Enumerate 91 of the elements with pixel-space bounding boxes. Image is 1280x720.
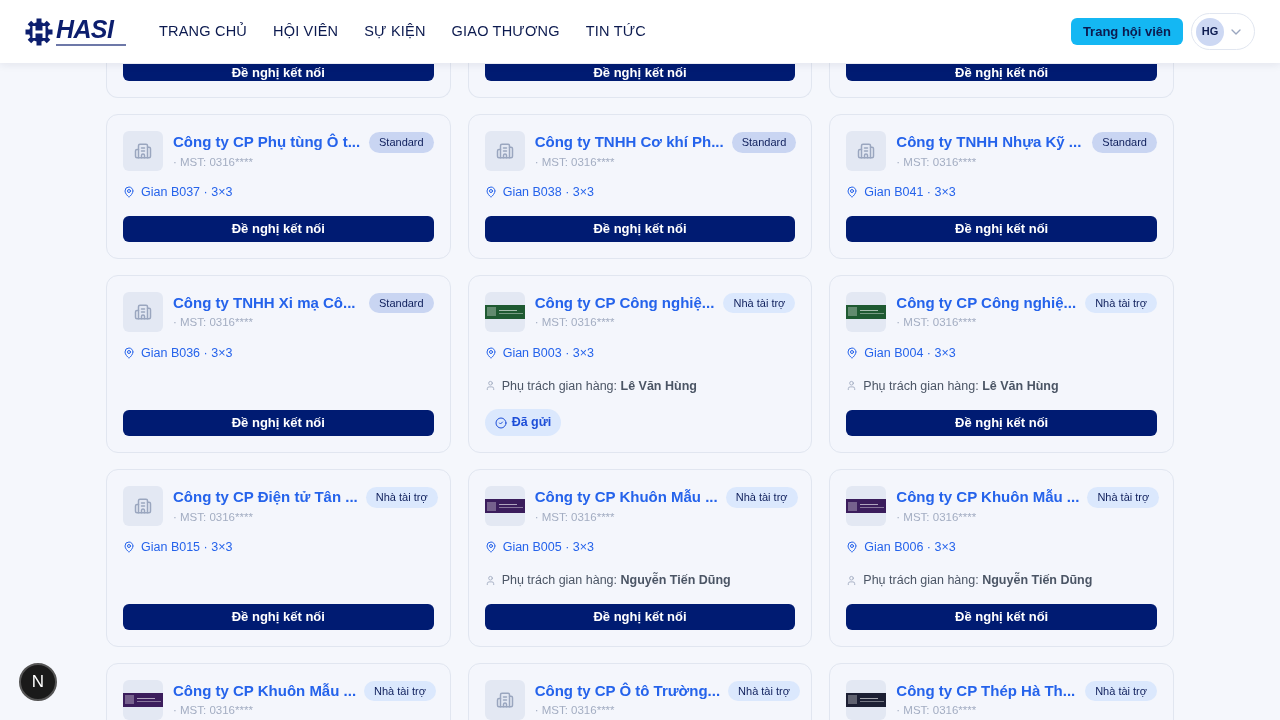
tax-code: · MST: 0316****	[534, 703, 616, 718]
tax-code: · MST: 0316****	[173, 315, 254, 331]
hasi-logo[interactable]: HASI	[25, 17, 126, 46]
tax-code: · MST: 0316****	[896, 703, 978, 718]
person-icon	[484, 574, 496, 586]
tax-code: · MST: 0316****	[534, 509, 616, 525]
building-icon	[134, 497, 152, 515]
member-page-button[interactable]: Trang hội viên	[1070, 18, 1183, 45]
nav-link[interactable]: TRANG CHỦ	[159, 20, 247, 43]
tier-badge: Standard	[369, 292, 434, 314]
company-name[interactable]: Công ty CP Khuôn Mẫu ...	[896, 487, 1080, 507]
nav-link[interactable]: HỘI VIÊN	[273, 20, 339, 43]
tax-code: · MST: 0316****	[896, 509, 978, 525]
tier-badge: Standard	[1092, 132, 1157, 153]
connect-button[interactable]: Đề nghị kết nối	[846, 215, 1157, 242]
connect-button[interactable]: Đề nghị kết nối	[846, 410, 1157, 436]
booth-manager: Phụ trách gian hàng: Lê Văn Hùng	[863, 377, 1059, 395]
location-pin-icon	[484, 541, 497, 554]
tax-code: · MST: 0316****	[534, 154, 616, 170]
location-pin-icon	[484, 186, 497, 199]
booth-manager: Phụ trách gian hàng: Nguyễn Tiến Dũng	[501, 571, 731, 589]
tier-badge: Standard	[731, 132, 797, 153]
booth-location: Gian B003 · 3×3	[502, 344, 595, 362]
booth-location: Gian B004 · 3×3	[864, 344, 956, 362]
booth-location: Gian B015 · 3×3	[141, 539, 233, 556]
connect-button[interactable]: Đề nghị kết nối	[484, 603, 796, 630]
booth-manager: Phụ trách gian hàng: Lê Văn Hùng	[501, 377, 697, 395]
user-avatar: HG	[1196, 17, 1224, 46]
tier-badge: Nhà tài trợ	[728, 680, 800, 701]
tier-badge: Nhà tài trợ	[1085, 680, 1157, 701]
building-icon	[857, 142, 876, 160]
person-icon	[846, 380, 858, 392]
booth-location: Gian B037 · 3×3	[141, 184, 233, 201]
company-name[interactable]: Công ty CP Điện tử Tân ...	[173, 487, 358, 507]
booth-location: Gian B038 · 3×3	[502, 184, 595, 201]
location-pin-icon	[123, 186, 135, 199]
tax-code: · MST: 0316****	[534, 315, 616, 331]
connect-button[interactable]: Đề nghị kết nối	[123, 215, 434, 242]
company-name[interactable]: Công ty CP Ô tô Trường...	[534, 680, 721, 701]
company-name[interactable]: Công ty CP Công nghiệ...	[896, 292, 1077, 313]
booth-location: Gian B006 · 3×3	[864, 539, 956, 556]
tier-badge: Nhà tài trợ	[723, 292, 796, 314]
gear-logo-icon	[25, 17, 53, 46]
company-name[interactable]: Công ty CP Khuôn Mẫu ...	[534, 487, 718, 507]
company-name[interactable]: Công ty TNHH Nhựa Kỹ ...	[896, 132, 1082, 152]
location-pin-icon	[846, 347, 859, 360]
tier-badge: Nhà tài trợ	[725, 487, 798, 508]
dev-indicator[interactable]: N	[19, 663, 57, 701]
tax-code: · MST: 0316****	[896, 154, 978, 170]
building-icon	[495, 690, 514, 709]
location-pin-icon	[846, 186, 859, 199]
tax-code: · MST: 0316****	[173, 154, 254, 170]
connect-button[interactable]: Đề nghị kết nối	[846, 603, 1157, 630]
company-name[interactable]: Công ty CP Công nghiệ...	[534, 292, 715, 313]
tier-badge: Nhà tài trợ	[1087, 487, 1160, 508]
building-icon	[134, 302, 152, 321]
company-name[interactable]: Công ty CP Phụ tùng Ô t...	[173, 132, 361, 152]
tax-code: · MST: 0316****	[173, 703, 254, 718]
check-circle-icon	[494, 416, 507, 429]
location-pin-icon	[846, 541, 859, 554]
booth-manager: Phụ trách gian hàng: Nguyễn Tiến Dũng	[863, 571, 1093, 589]
company-name[interactable]: Công ty TNHH Xi mạ Cô...	[173, 292, 356, 313]
sent-status: Đã gửi	[484, 409, 562, 436]
company-name[interactable]: Công ty CP Thép Hà Th...	[896, 680, 1076, 701]
nav-link[interactable]: GIAO THƯƠNG	[451, 20, 560, 43]
building-icon	[134, 142, 152, 160]
location-pin-icon	[484, 347, 497, 360]
booth-location: Gian B005 · 3×3	[502, 539, 595, 556]
tier-badge: Nhà tài trợ	[364, 680, 436, 701]
connect-button[interactable]: Đề nghị kết nối	[484, 64, 796, 81]
tier-badge: Nhà tài trợ	[365, 487, 438, 508]
nav-link[interactable]: TIN TỨC	[585, 20, 646, 43]
connect-button[interactable]: Đề nghị kết nối	[123, 64, 434, 81]
tax-code: · MST: 0316****	[896, 315, 978, 331]
tier-badge: Nhà tài trợ	[1085, 292, 1157, 314]
building-icon	[495, 142, 514, 160]
booth-location: Gian B041 · 3×3	[864, 184, 956, 201]
tier-badge: Standard	[369, 132, 434, 153]
nav-link[interactable]: SỰ KIỆN	[364, 20, 426, 43]
connect-button[interactable]: Đề nghị kết nối	[846, 64, 1157, 81]
connect-button[interactable]: Đề nghị kết nối	[484, 215, 796, 242]
location-pin-icon	[123, 347, 135, 360]
booth-location: Gian B036 · 3×3	[141, 344, 233, 362]
company-name[interactable]: Công ty TNHH Cơ khí Ph...	[534, 132, 724, 152]
company-name[interactable]: Công ty CP Khuôn Mẫu ...	[173, 680, 357, 701]
connect-button[interactable]: Đề nghị kết nối	[123, 603, 434, 630]
connect-button[interactable]: Đề nghị kết nối	[123, 410, 434, 436]
tax-code: · MST: 0316****	[173, 509, 254, 525]
person-icon	[484, 380, 496, 392]
location-pin-icon	[123, 541, 135, 554]
person-icon	[846, 574, 858, 586]
